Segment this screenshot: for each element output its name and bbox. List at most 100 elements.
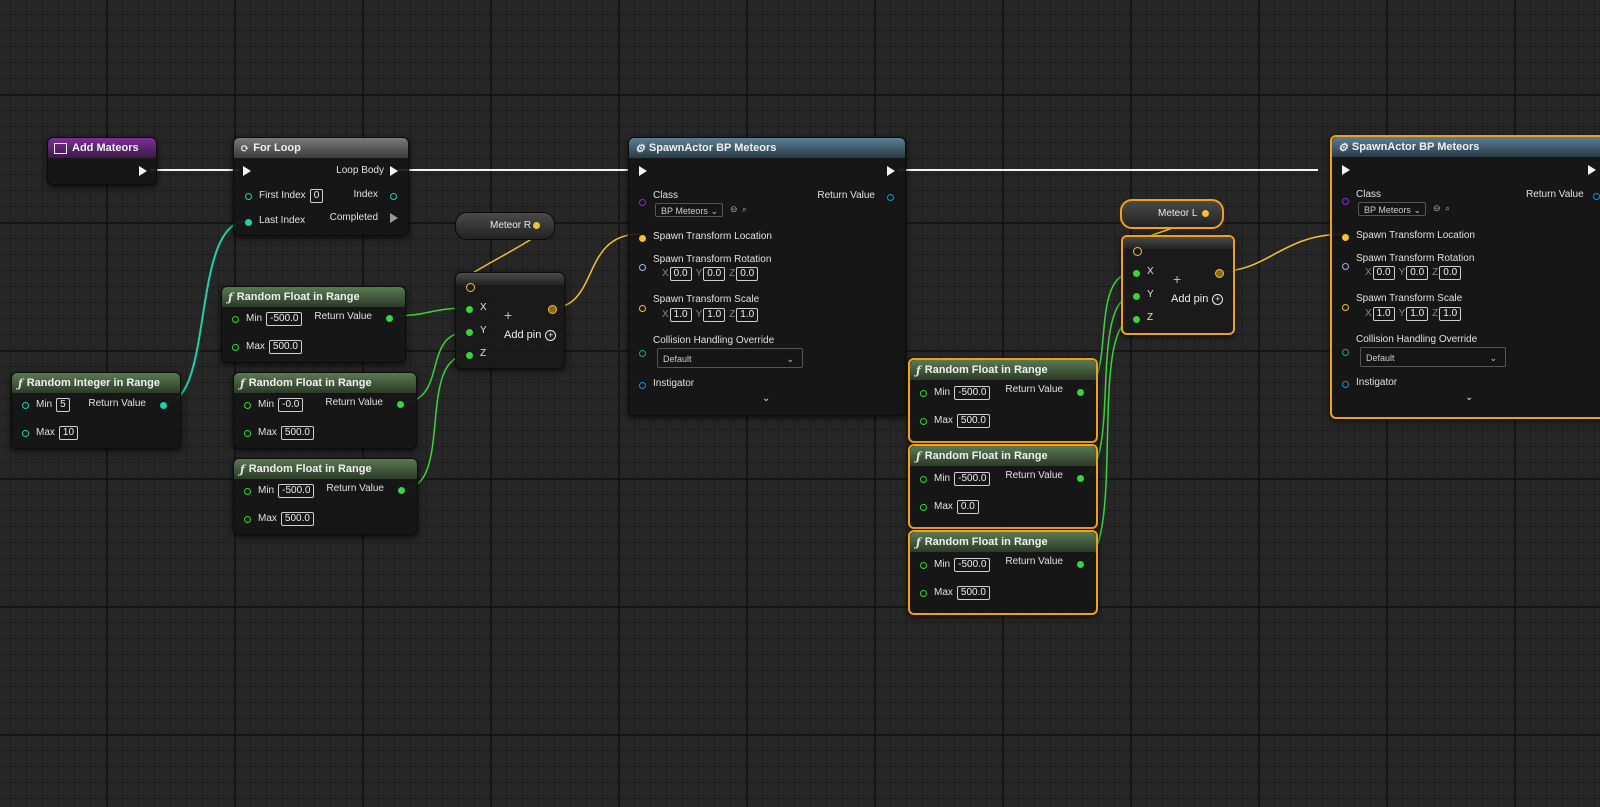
max-pin[interactable] — [244, 516, 251, 523]
x-pin[interactable] — [1133, 270, 1140, 277]
add-pin-button[interactable]: Add pin + — [504, 329, 557, 341]
vector-in-pin[interactable] — [466, 283, 475, 292]
min-field[interactable]: -500.0 — [266, 312, 303, 326]
instigator-pin[interactable] — [1342, 381, 1349, 388]
min-pin[interactable] — [244, 402, 251, 409]
class-pin[interactable] — [639, 199, 646, 206]
meteor-r-variable-node[interactable]: Meteor R — [455, 212, 555, 240]
max-field[interactable]: 500.0 — [956, 586, 990, 600]
loop-body-exec-pin[interactable] — [390, 166, 398, 176]
vector-out-pin[interactable] — [548, 305, 557, 314]
first-index-field[interactable]: 0 — [309, 189, 324, 203]
exec-out-pin[interactable] — [887, 166, 895, 176]
return-pin[interactable] — [1077, 561, 1084, 568]
rotation-x-field[interactable]: 0.0 — [1372, 266, 1395, 280]
return-pin[interactable] — [160, 402, 167, 409]
max-field[interactable]: 0.0 — [956, 500, 979, 514]
min-field[interactable]: -0.0 — [278, 398, 304, 412]
rotation-z-field[interactable]: 0.0 — [1439, 266, 1462, 280]
collision-dropdown[interactable]: Default ⌄ — [1360, 347, 1506, 367]
variable-out-pin[interactable] — [1202, 210, 1209, 217]
min-pin[interactable] — [920, 562, 927, 569]
min-field[interactable]: 5 — [56, 398, 70, 412]
random-float-node[interactable]: ƒ Random Float in Range Min -500.0 Return … — [221, 286, 406, 363]
class-pin[interactable] — [1342, 198, 1349, 205]
exec-out-pin[interactable] — [139, 166, 147, 176]
scale-z-field[interactable]: 1.0 — [1439, 307, 1462, 321]
for-loop-node[interactable]: ⟳ For Loop Loop Body First Index 0 Index L… — [233, 137, 409, 236]
return-pin[interactable] — [397, 401, 404, 408]
node-header[interactable]: ƒ Random Float in Range — [222, 287, 405, 307]
max-field[interactable]: 500.0 — [280, 512, 314, 526]
exec-in-pin[interactable] — [1342, 165, 1350, 175]
location-pin[interactable] — [1342, 234, 1349, 241]
first-index-pin[interactable] — [245, 193, 252, 200]
collision-dropdown[interactable]: Default ⌄ — [657, 348, 803, 368]
min-pin[interactable] — [244, 488, 251, 495]
class-dropdown[interactable]: BP Meteors ⌄ — [655, 203, 723, 217]
class-dropdown[interactable]: BP Meteors ⌄ — [1358, 202, 1426, 216]
random-float-node[interactable]: ƒ Random Float in Range Min -500.0 Return … — [908, 530, 1098, 615]
rotation-pin[interactable] — [639, 264, 646, 271]
max-pin[interactable] — [920, 418, 927, 425]
scale-x-field[interactable]: 1.0 — [1372, 307, 1395, 321]
min-pin[interactable] — [232, 316, 239, 323]
x-pin[interactable] — [466, 306, 473, 313]
search-icon[interactable]: ⌕ — [742, 204, 747, 215]
make-vector-node[interactable]: X Y Z + Add pin + — [1121, 235, 1235, 335]
scale-pin[interactable] — [1342, 304, 1349, 311]
last-index-pin[interactable] — [245, 219, 252, 226]
rotation-x-field[interactable]: 0.0 — [669, 267, 692, 281]
node-header[interactable]: ƒ Random Float in Range — [910, 532, 1096, 552]
variable-out-pin[interactable] — [533, 222, 540, 229]
min-field[interactable]: -500.0 — [954, 558, 991, 572]
return-pin[interactable] — [1077, 475, 1084, 482]
max-field[interactable]: 500.0 — [268, 340, 302, 354]
random-integer-node[interactable]: ƒ Random Integer in Range Min 5 Return Val… — [11, 372, 181, 449]
collision-pin[interactable] — [1342, 349, 1349, 356]
browse-icon[interactable]: ⊖ — [730, 204, 738, 215]
meteor-l-variable-node[interactable]: Meteor L — [1120, 199, 1224, 229]
node-header[interactable]: ⚙ SpawnActor BP Meteors — [1332, 137, 1600, 157]
exec-out-pin[interactable] — [1588, 165, 1596, 175]
search-icon[interactable]: ⌕ — [1445, 203, 1450, 214]
y-pin[interactable] — [466, 329, 473, 336]
expand-chevron-icon[interactable]: ⌄ — [762, 393, 770, 404]
node-header[interactable]: ƒ Random Float in Range — [910, 446, 1096, 466]
random-float-node[interactable]: ƒ Random Float in Range Min -500.0 Return … — [908, 358, 1098, 443]
make-vector-node[interactable]: X Y Z + Add pin + — [455, 272, 565, 369]
return-pin[interactable] — [1593, 193, 1600, 200]
random-float-node[interactable]: ƒ Random Float in Range Min -500.0 Return … — [908, 444, 1098, 529]
return-pin[interactable] — [398, 487, 405, 494]
z-pin[interactable] — [466, 352, 473, 359]
scale-y-field[interactable]: 1.0 — [703, 308, 726, 322]
browse-icon[interactable]: ⊖ — [1433, 203, 1441, 214]
node-header[interactable]: ƒ Random Integer in Range — [12, 373, 180, 393]
collision-pin[interactable] — [639, 350, 646, 357]
y-pin[interactable] — [1133, 293, 1140, 300]
rotation-y-field[interactable]: 0.0 — [1406, 266, 1429, 280]
max-pin[interactable] — [920, 590, 927, 597]
node-header[interactable]: Add Mateors — [48, 138, 156, 158]
scale-z-field[interactable]: 1.0 — [736, 308, 759, 322]
node-header[interactable]: ⟳ For Loop — [234, 138, 408, 158]
event-node-add-mateors[interactable]: Add Mateors — [47, 137, 157, 185]
rotation-z-field[interactable]: 0.0 — [736, 267, 759, 281]
completed-exec-pin[interactable] — [390, 213, 398, 223]
scale-x-field[interactable]: 1.0 — [669, 308, 692, 322]
min-pin[interactable] — [920, 390, 927, 397]
exec-in-pin[interactable] — [639, 166, 647, 176]
max-field[interactable]: 500.0 — [956, 414, 990, 428]
max-field[interactable]: 500.0 — [280, 426, 314, 440]
node-header[interactable]: ƒ Random Float in Range — [910, 360, 1096, 380]
spawn-actor-node[interactable]: ⚙ SpawnActor BP Meteors Class BP Meteors ⌄… — [1330, 135, 1600, 419]
min-field[interactable]: -500.0 — [278, 484, 315, 498]
return-pin[interactable] — [1077, 389, 1084, 396]
exec-in-pin[interactable] — [243, 166, 251, 176]
min-pin[interactable] — [920, 476, 927, 483]
rotation-pin[interactable] — [1342, 263, 1349, 270]
max-pin[interactable] — [22, 430, 29, 437]
spawn-actor-node[interactable]: ⚙ SpawnActor BP Meteors Class BP Meteors ⌄… — [628, 137, 906, 416]
index-pin[interactable] — [390, 193, 397, 200]
scale-pin[interactable] — [639, 305, 646, 312]
